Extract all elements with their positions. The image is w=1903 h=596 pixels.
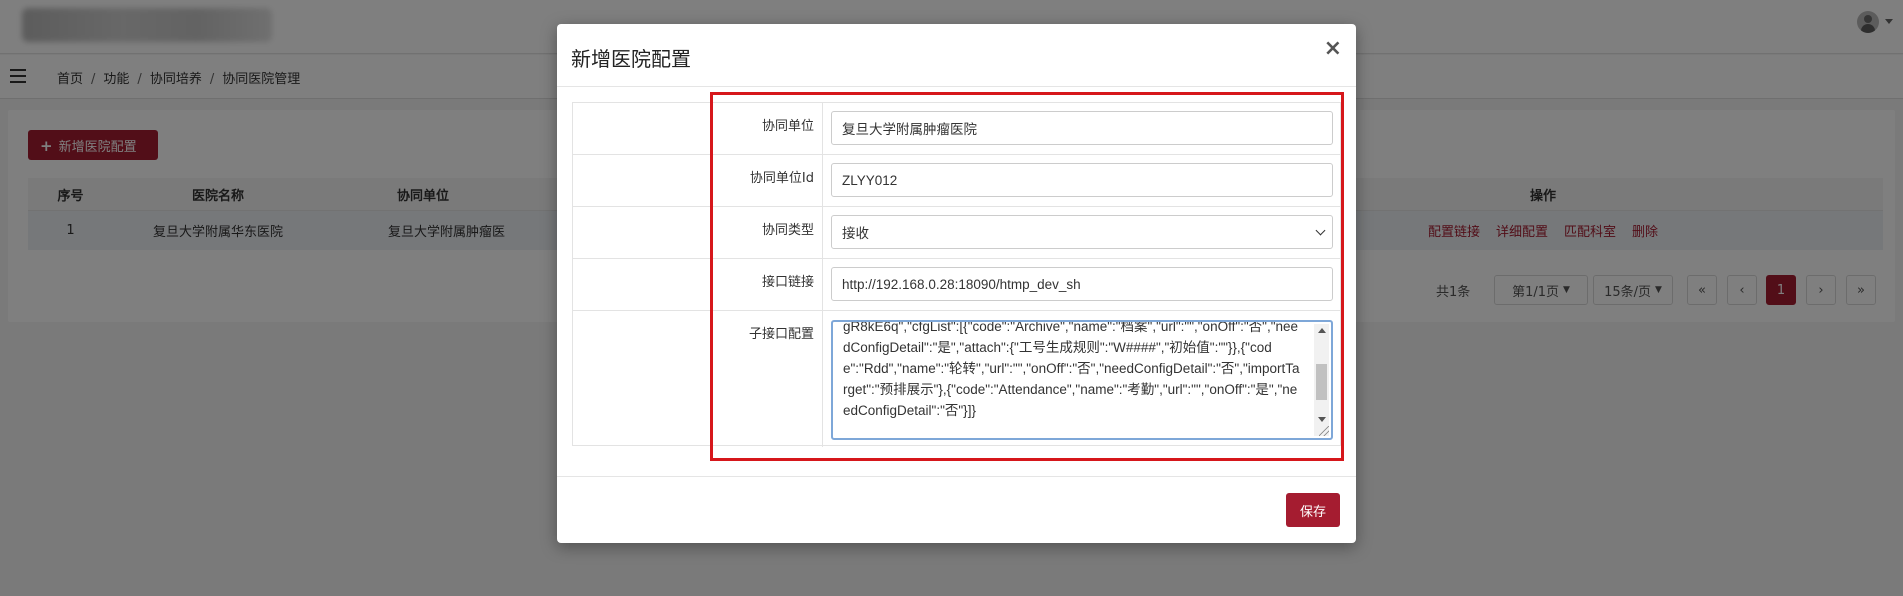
label-cell: 接口链接 [573, 259, 823, 310]
coop-type-label: 协同类型 [761, 223, 814, 238]
label-cell: 协同单位Id [573, 155, 823, 206]
form-row-sub-api-config: 子接口配置 gR8kE6q","cfgList":[{"code":"Archi… [573, 311, 1340, 447]
scroll-thumb[interactable] [1316, 364, 1327, 400]
save-button[interactable]: 保存 [1286, 493, 1340, 527]
modal-title: 新增医院配置 [571, 47, 691, 71]
coop-type-select[interactable]: 接收 [831, 215, 1333, 249]
scroll-up-icon[interactable] [1318, 328, 1326, 333]
sub-api-config-textarea[interactable]: gR8kE6q","cfgList":[{"code":"Archive","n… [831, 320, 1333, 440]
coop-unit-id-input[interactable]: ZLYY012 [831, 163, 1333, 197]
api-link-label: 接口链接 [761, 275, 814, 290]
coop-unit-input[interactable]: 复旦大学附属肿瘤医院 [831, 111, 1333, 145]
label-cell: 协同类型 [573, 207, 823, 258]
form-row-coop-type: 协同类型 接收 [573, 207, 1340, 259]
coop-unit-id-label: 协同单位Id [749, 171, 814, 186]
form-row-api-link: 接口链接 http://192.168.0.28:18090/htmp_dev_… [573, 259, 1340, 311]
scroll-down-icon[interactable] [1318, 417, 1326, 422]
resize-grip-icon[interactable] [1319, 426, 1329, 436]
sub-api-config-text: gR8kE6q","cfgList":[{"code":"Archive","n… [843, 320, 1300, 418]
modal-footer: 保存 [557, 476, 1356, 543]
coop-type-value: 接收 [842, 226, 869, 241]
add-hospital-config-modal: 新增医院配置 × 协同单位 复旦大学附属肿瘤医院 协同单位Id ZLYY012 … [557, 24, 1356, 543]
close-icon[interactable]: × [1324, 38, 1342, 60]
sub-api-config-label: 子接口配置 [748, 327, 814, 342]
textarea-scrollbar[interactable] [1314, 324, 1329, 436]
form-row-coop-unit-id: 协同单位Id ZLYY012 [573, 155, 1340, 207]
modal-header: 新增医院配置 × [557, 24, 1356, 87]
coop-unit-label: 协同单位 [761, 119, 814, 134]
chevron-down-icon [1315, 225, 1326, 236]
label-cell: 协同单位 [573, 103, 823, 154]
label-cell: 子接口配置 [573, 311, 823, 447]
api-link-input[interactable]: http://192.168.0.28:18090/htmp_dev_sh [831, 267, 1333, 301]
form-row-coop-unit: 协同单位 复旦大学附属肿瘤医院 [573, 103, 1340, 155]
config-form: 协同单位 复旦大学附属肿瘤医院 协同单位Id ZLYY012 协同类型 接收 接… [572, 102, 1341, 447]
